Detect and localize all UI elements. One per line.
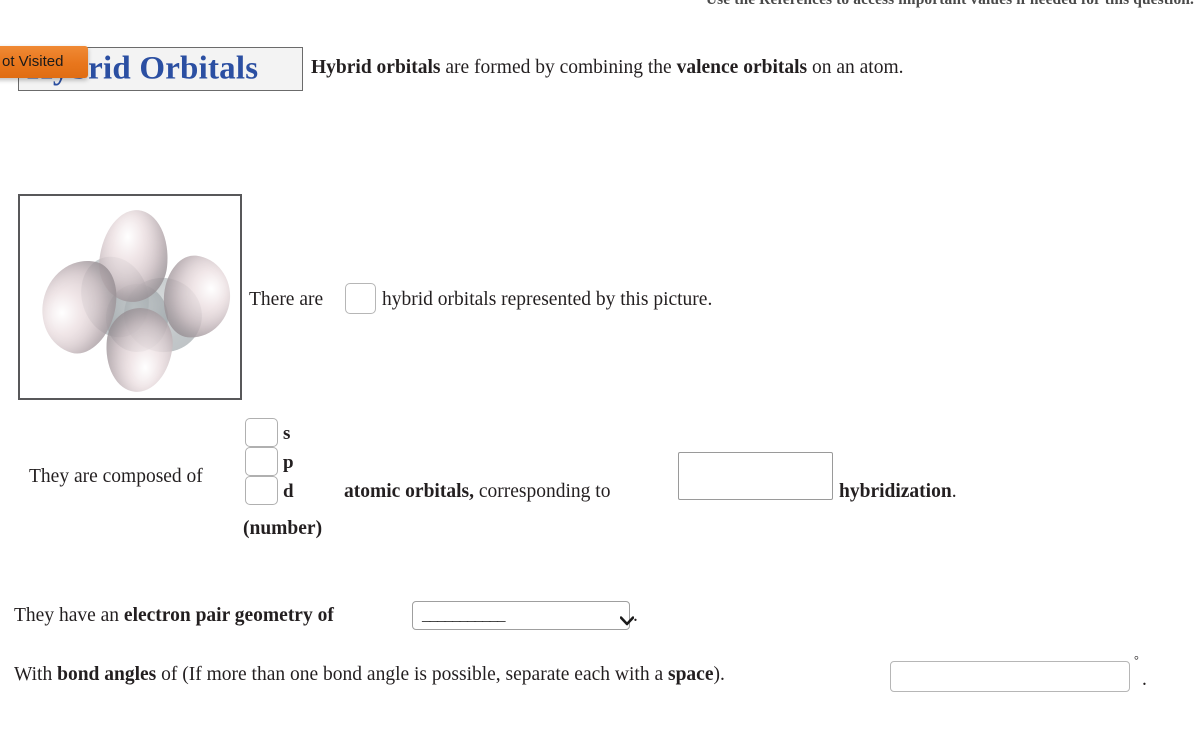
s-orbital-label: s [283,423,291,444]
hybridization-bold: hybridization [839,481,952,502]
intro-bold-hybrid: Hybrid orbitals [311,57,441,78]
intro-mid: are formed by combining the [440,57,677,78]
intro-sentence: Hybrid orbitals are formed by combining … [311,57,904,79]
corresponding-to-text: corresponding to [473,481,611,502]
atomic-orbitals-bold: atomic orbitals, [344,481,474,502]
geometry-line-text: They have an electron pair geometry of [14,605,334,627]
number-caption: (number) [243,518,323,539]
degree-symbol: ° [1134,653,1139,667]
angle-prefix: With [14,664,58,685]
p-orbital-label: p [283,452,294,473]
references-instruction: Use the References to access important v… [0,0,1200,9]
angle-line-text: With bond angles of (If more than one bo… [14,664,725,686]
count-line-suffix: hybrid orbitals represented by this pict… [382,289,713,310]
intro-bold-valence: valence orbitals [676,57,808,78]
electron-pair-geometry-value: ___________ [422,605,505,624]
space-bold: space [667,664,714,685]
geometry-line-period: . [633,605,638,626]
composed-line-suffix: hybridization. [839,481,957,503]
geometry-prefix: They have an [14,605,124,626]
not-visited-tooltip: ot Visited [0,46,88,78]
d-orbital-label: d [283,481,294,502]
s-orbital-count-input[interactable] [245,418,278,447]
hybrid-orbital-count-input[interactable] [345,283,376,314]
bond-angles-bold: bond angles [57,664,157,685]
p-orbital-count-input[interactable] [245,447,278,476]
angle-line-period: . [1142,669,1147,690]
angle-close-paren: ). [713,664,725,685]
electron-pair-geometry-select[interactable]: ___________ [412,601,634,630]
orbital-stage [20,196,240,398]
geometry-bold: electron pair geometry of [123,605,334,626]
composed-line-middle: atomic orbitals, corresponding to [344,481,610,503]
composed-line-period: . [951,481,957,502]
hybridization-input[interactable] [678,452,833,500]
count-line-prefix: There are [249,289,324,310]
intro-end: on an atom. [807,57,904,78]
hybrid-orbital-figure [18,194,242,400]
d-orbital-count-input[interactable] [245,476,278,505]
composed-line-prefix: They are composed of [29,466,203,487]
bond-angle-input[interactable] [890,661,1130,692]
angle-middle: of (If more than one bond angle is possi… [156,664,668,685]
